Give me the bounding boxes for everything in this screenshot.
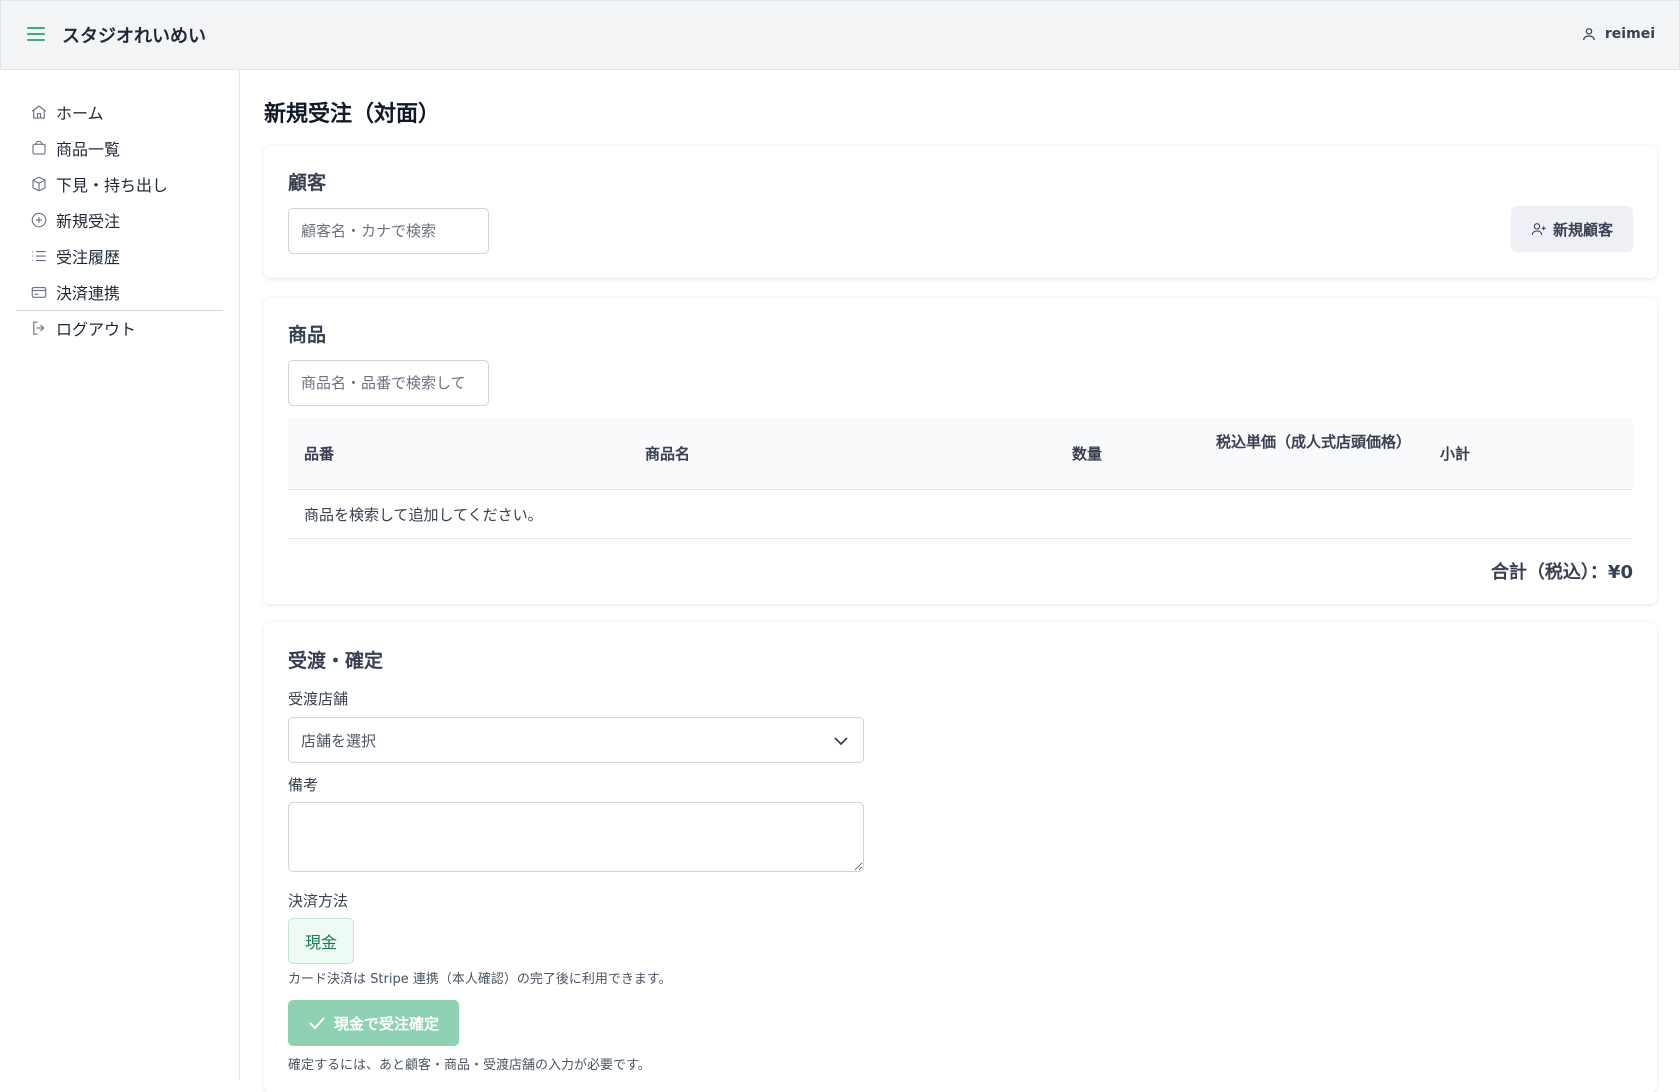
sidebar-item-label: 下見・持ち出し (56, 176, 169, 195)
payment-option-cash[interactable]: 現金 (288, 918, 354, 964)
customer-section-title: 顧客 (288, 172, 327, 194)
payment-label: 決済方法 (288, 892, 349, 910)
page-title: 新規受注（対面） (264, 102, 441, 127)
customer-search-input[interactable] (288, 208, 489, 254)
column-header-unit-price: 税込単価（成人式店頭価格） (1216, 433, 1412, 451)
home-icon (31, 105, 47, 119)
logout-icon (33, 321, 45, 335)
products-section-title: 商品 (288, 324, 327, 346)
products-table-header: 品番 商品名 数量 税込単価（成人式店頭価格） 小計 (288, 418, 1633, 490)
sidebar-item-payments[interactable]: 決済連携 (30, 280, 120, 304)
sidebar-divider (16, 310, 223, 311)
top-bar: スタジオれいめい reimei (0, 0, 1680, 70)
sidebar-item-new-order[interactable]: 新規受注 (30, 208, 120, 232)
plus-circle-icon (31, 212, 47, 228)
new-customer-label: 新規顧客 (1552, 220, 1613, 239)
user-plus-icon (1531, 223, 1546, 236)
products-card: 商品 品番 商品名 数量 税込単価（成人式店頭価格） 小計 商品を検索して追加し… (264, 298, 1657, 604)
sidebar-item-label: 受注履歴 (56, 248, 121, 267)
list-icon (32, 250, 46, 262)
user-icon (1582, 28, 1595, 41)
column-header-sku: 品番 (304, 445, 335, 463)
sidebar: ホーム 商品一覧 下見・持ち出し 新規受注 受注履歴 決済連携 ログアウト (0, 70, 240, 1080)
sidebar-item-products[interactable]: 商品一覧 (30, 136, 120, 160)
confirm-order-button[interactable]: 現金で受注確定 (288, 1000, 459, 1046)
package-icon (32, 176, 46, 192)
chevron-down-icon (834, 737, 848, 746)
sidebar-item-order-history[interactable]: 受注履歴 (30, 244, 120, 268)
customer-card: 顧客 新規顧客 (264, 146, 1657, 278)
products-empty-row: 商品を検索して追加してください。 (288, 490, 1633, 539)
menu-icon[interactable] (27, 27, 45, 43)
required-fields-note: 確定するには、あと顧客・商品・受渡店舗の入力が必要です。 (288, 1058, 651, 1073)
shopping-bag-icon (32, 140, 46, 155)
sidebar-item-label: 新規受注 (56, 212, 121, 231)
delivery-section-title: 受渡・確定 (288, 650, 384, 672)
payment-option-label: 現金 (304, 933, 337, 952)
delivery-card: 受渡・確定 受渡店舗 店舗を選択 備考 決済方法 現金 カード決済は Strip… (264, 622, 1657, 1092)
store-select[interactable]: 店舗を選択 (288, 717, 864, 763)
sidebar-item-label: 決済連携 (56, 284, 121, 303)
username: reimei (1604, 26, 1655, 42)
column-header-subtotal: 小計 (1440, 445, 1471, 463)
store-label: 受渡店舗 (288, 690, 349, 708)
credit-card-icon (31, 286, 47, 298)
sidebar-item-preview[interactable]: 下見・持ち出し (30, 172, 168, 196)
column-header-name: 商品名 (645, 445, 691, 463)
notes-label: 備考 (288, 776, 319, 794)
new-customer-button[interactable]: 新規顧客 (1511, 206, 1633, 252)
order-total: 合計（税込）：¥0 (1490, 562, 1633, 583)
confirm-order-label: 現金で受注確定 (333, 1014, 439, 1033)
product-search-input[interactable] (288, 360, 489, 406)
sidebar-item-label: ログアウト (56, 320, 137, 339)
sidebar-item-logout[interactable]: ログアウト (30, 316, 136, 340)
check-icon (309, 1017, 325, 1030)
sidebar-item-label: ホーム (56, 104, 104, 123)
user-menu[interactable]: reimei (1581, 26, 1655, 42)
app-title: スタジオれいめい (62, 26, 206, 47)
sidebar-item-label: 商品一覧 (56, 140, 121, 159)
sidebar-item-home[interactable]: ホーム (30, 100, 104, 124)
empty-message: 商品を検索して追加してください。 (304, 505, 543, 524)
card-payment-note: カード決済は Stripe 連携（本人確認）の完了後に利用できます。 (288, 972, 672, 987)
notes-textarea[interactable] (288, 802, 864, 872)
store-selected-value: 店舗を選択 (301, 731, 377, 750)
column-header-quantity: 数量 (1072, 445, 1103, 463)
